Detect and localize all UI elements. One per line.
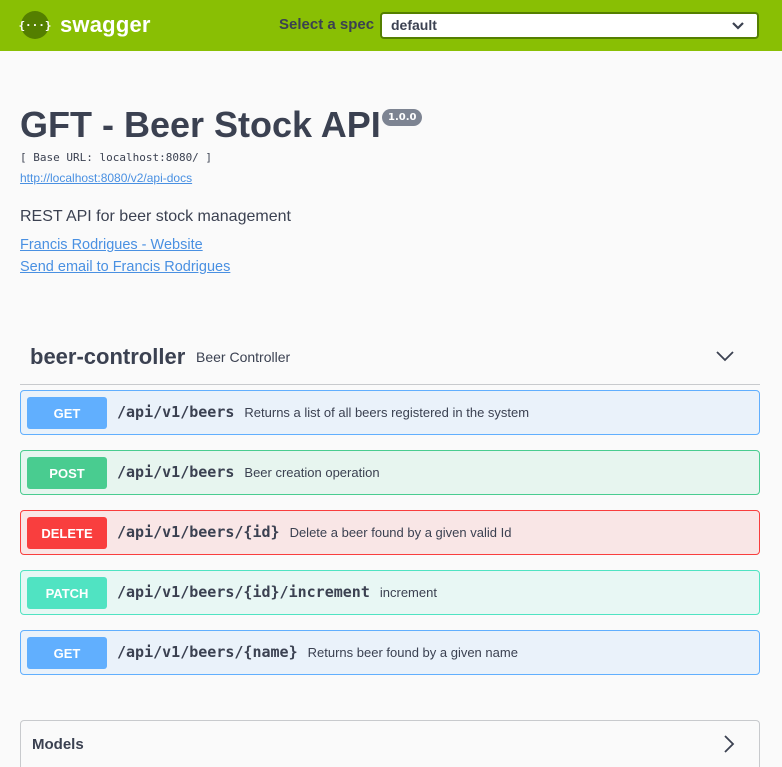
contact-email-link[interactable]: Send email to Francis Rodrigues (20, 259, 230, 275)
tag-header-beer-controller[interactable]: beer-controller Beer Controller (20, 334, 760, 385)
method-badge-delete: DELETE (27, 517, 107, 549)
operation-summary: Returns beer found by a given name (307, 645, 518, 660)
method-badge-post: POST (27, 457, 107, 489)
operation-summary: Returns a list of all beers registered i… (244, 405, 530, 420)
method-badge-get: GET (27, 637, 107, 669)
base-url: [ Base URL: localhost:8080/ ] (20, 151, 213, 164)
spec-select-label: Select a spec (279, 16, 375, 33)
spec-select[interactable]: default (380, 12, 759, 39)
operation-path: /api/v1/beers/{id} Delete a beer found by… (117, 523, 511, 541)
swagger-logo-text: swagger (60, 12, 151, 37)
operation-path: /api/v1/beers/{id}/increment increment (117, 583, 437, 601)
version-badge: 1.0.0 (382, 109, 423, 126)
tag-description: Beer Controller (196, 349, 291, 365)
api-description: REST API for beer stock management (20, 208, 291, 225)
operation-post-beers[interactable]: POST /api/v1/beers Beer creation operatio… (20, 450, 760, 495)
models-section[interactable]: Models (20, 720, 760, 767)
operation-summary: Beer creation operation (244, 465, 380, 480)
swagger-logo-icon: {···} (18, 11, 52, 39)
operation-summary: Delete a beer found by a given valid Id (289, 525, 512, 540)
contact-website-link[interactable]: Francis Rodrigues - Website (20, 237, 203, 253)
operation-get-beer-by-name[interactable]: GET /api/v1/beers/{name} Returns beer fou… (20, 630, 760, 675)
operation-path-text: /api/v1/beers/{id}/increment (117, 583, 370, 601)
spec-select-value: default (391, 17, 437, 33)
operation-path: /api/v1/beers/{name} Returns beer found b… (117, 643, 518, 661)
operation-path-text: /api/v1/beers/{name} (117, 643, 298, 661)
chevron-down-icon (732, 22, 744, 30)
api-docs-link[interactable]: http://localhost:8080/v2/api-docs (20, 171, 192, 185)
swagger-logo[interactable]: {···} swagger (18, 11, 151, 39)
operation-summary: increment (379, 585, 437, 600)
topbar: {···} swagger Select a spec default (0, 0, 782, 51)
models-title: Models (32, 736, 84, 753)
operation-path: /api/v1/beers Beer creation operation (117, 463, 380, 481)
chevron-down-icon[interactable] (715, 349, 735, 363)
api-title-block: GFT - Beer Stock API 1.0.0 (20, 104, 423, 146)
method-badge-get: GET (27, 397, 107, 429)
operation-path-text: /api/v1/beers (117, 463, 235, 481)
operation-path: /api/v1/beers Returns a list of all beers… (117, 403, 529, 421)
operation-patch-increment[interactable]: PATCH /api/v1/beers/{id}/increment increm… (20, 570, 760, 615)
operation-path-text: /api/v1/beers (117, 403, 235, 421)
chevron-right-icon[interactable] (723, 734, 735, 754)
page-title: GFT - Beer Stock API (20, 104, 381, 145)
operation-get-beers[interactable]: GET /api/v1/beers Returns a list of all b… (20, 390, 760, 435)
tag-name: beer-controller (30, 344, 186, 369)
operation-delete-beer[interactable]: DELETE /api/v1/beers/{id} Delete a beer f… (20, 510, 760, 555)
method-badge-patch: PATCH (27, 577, 107, 609)
operation-path-text: /api/v1/beers/{id} (117, 523, 280, 541)
